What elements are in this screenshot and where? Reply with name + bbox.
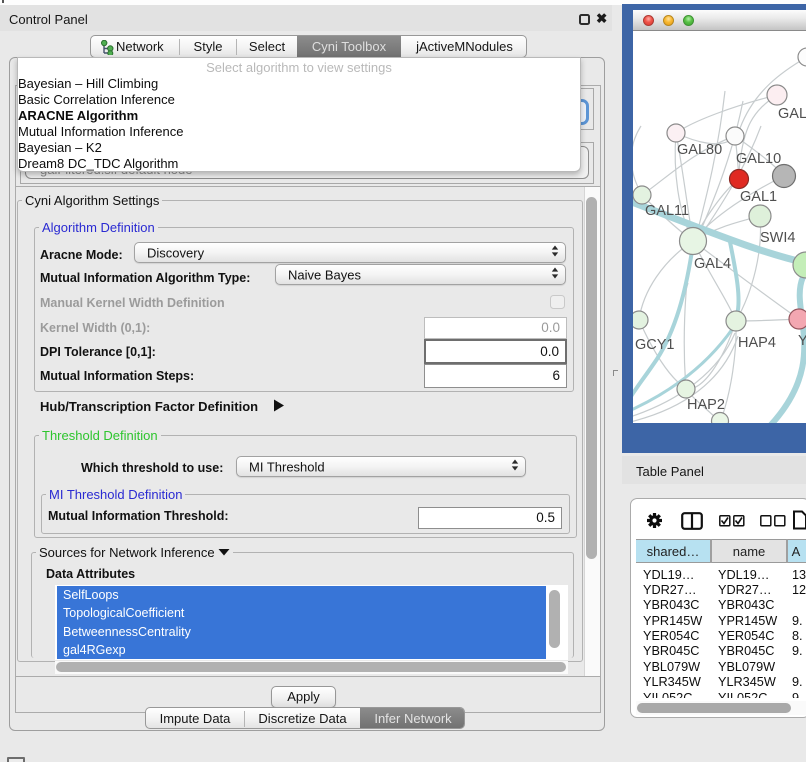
svg-text:HAP2: HAP2 xyxy=(687,397,725,413)
svg-text:GAL1: GAL1 xyxy=(740,189,777,205)
svg-text:GCY1: GCY1 xyxy=(635,337,675,353)
svg-text:HAP4: HAP4 xyxy=(738,335,776,351)
svg-text:GAL2: GAL2 xyxy=(778,106,806,122)
svg-text:GAL11: GAL11 xyxy=(645,203,689,219)
svg-text:Y: Y xyxy=(798,333,806,349)
svg-text:GAL10: GAL10 xyxy=(736,151,781,167)
svg-text:GAL4: GAL4 xyxy=(694,256,731,272)
svg-text:GAL80: GAL80 xyxy=(677,142,722,158)
svg-text:SWI4: SWI4 xyxy=(760,230,795,246)
